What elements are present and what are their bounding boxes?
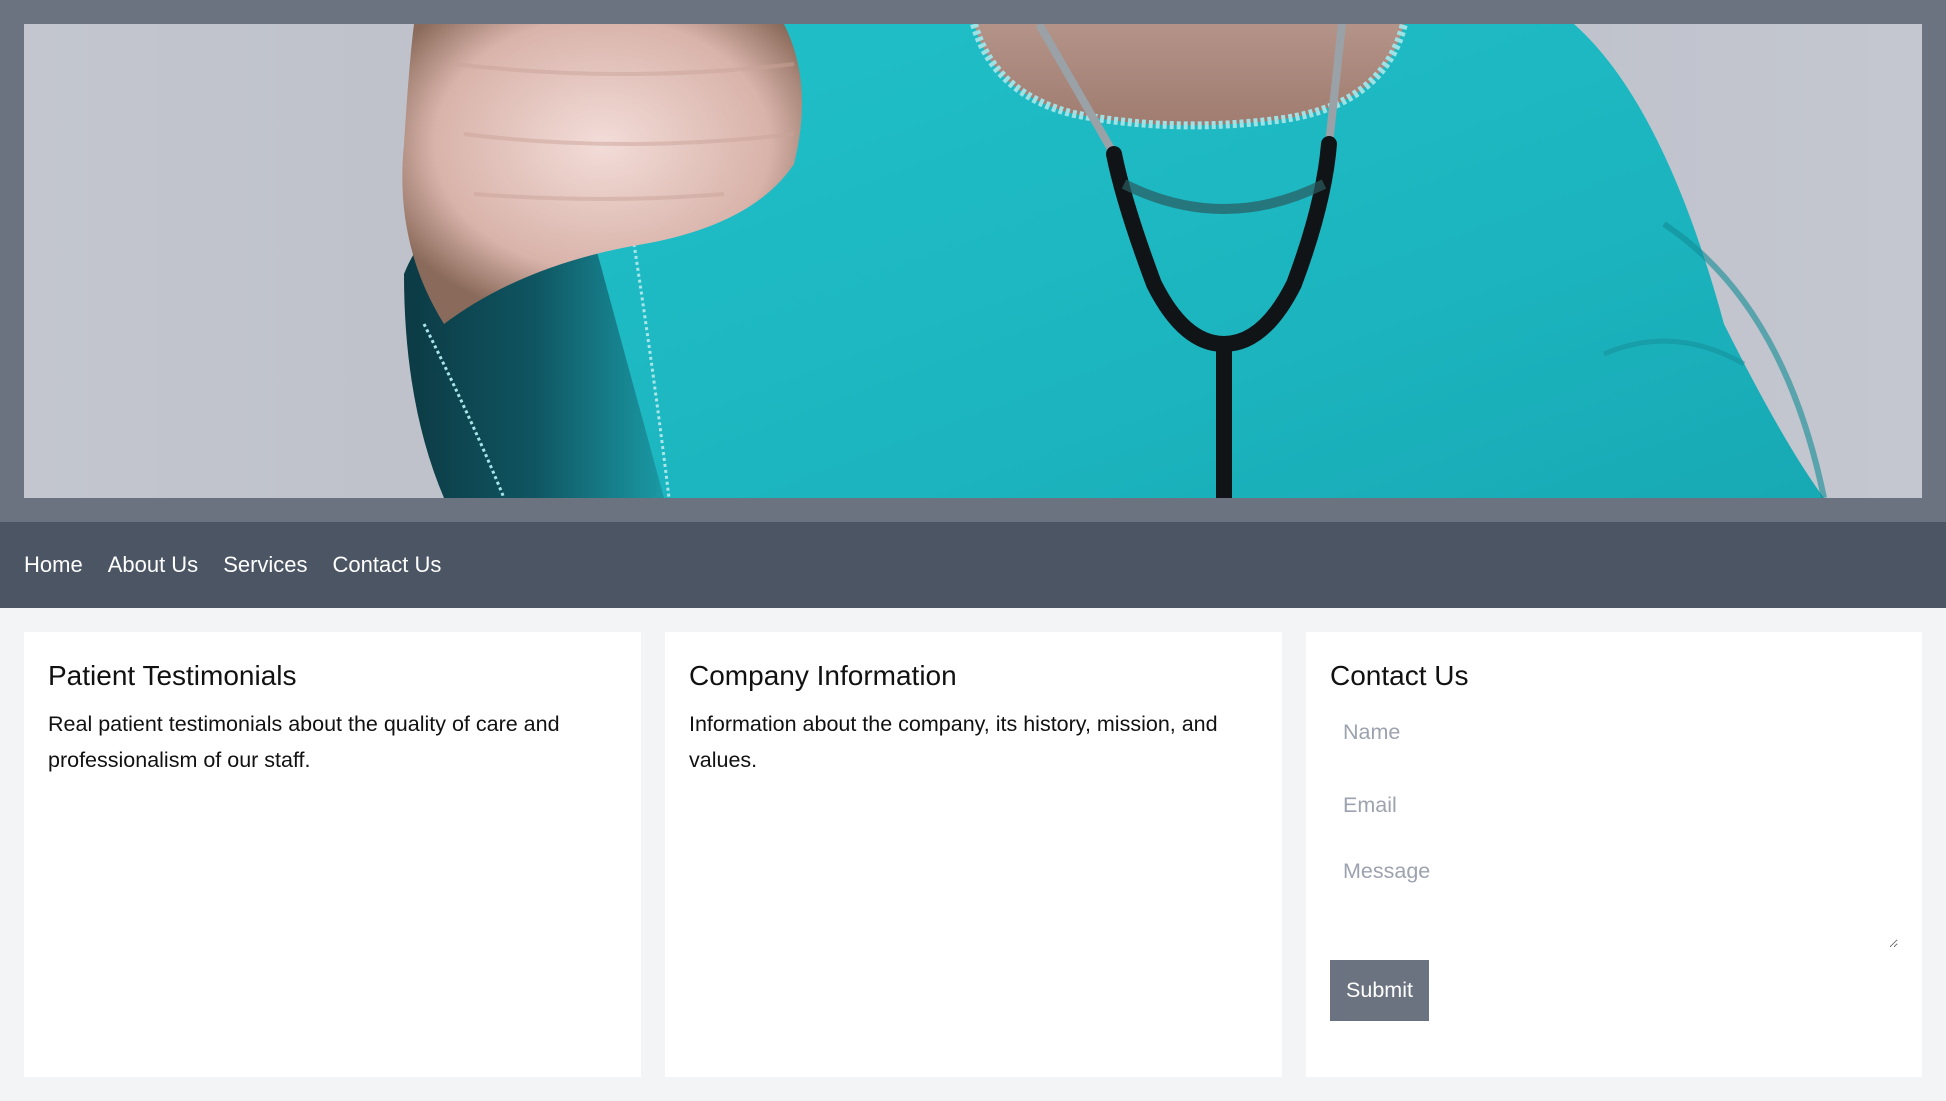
- card-title: Company Information: [689, 660, 957, 691]
- company-information-card: Company Information Information about th…: [665, 632, 1282, 1077]
- nav-link-home[interactable]: Home: [24, 550, 83, 580]
- header: [0, 0, 1946, 522]
- hero-photo-icon: [24, 24, 1922, 498]
- contact-us-card: Contact Us Submit: [1306, 632, 1922, 1077]
- contact-form: Submit: [1330, 696, 1898, 1021]
- card-body: Real patient testimonials about the qual…: [48, 712, 560, 772]
- submit-button[interactable]: Submit: [1330, 960, 1429, 1021]
- nav-link-services[interactable]: Services: [223, 550, 307, 580]
- patient-testimonials-card: Patient Testimonials Real patient testim…: [24, 632, 641, 1077]
- hero-image: [24, 24, 1922, 498]
- main-nav: Home About Us Services Contact Us: [0, 522, 1946, 608]
- card-title: Contact Us: [1330, 660, 1469, 691]
- email-input[interactable]: [1330, 769, 1898, 842]
- message-textarea[interactable]: [1330, 842, 1898, 948]
- nav-link-about-us[interactable]: About Us: [108, 550, 199, 580]
- nav-link-contact-us[interactable]: Contact Us: [333, 550, 442, 580]
- card-body: Information about the company, its histo…: [689, 712, 1218, 772]
- name-input[interactable]: [1330, 696, 1898, 769]
- card-title: Patient Testimonials: [48, 660, 297, 691]
